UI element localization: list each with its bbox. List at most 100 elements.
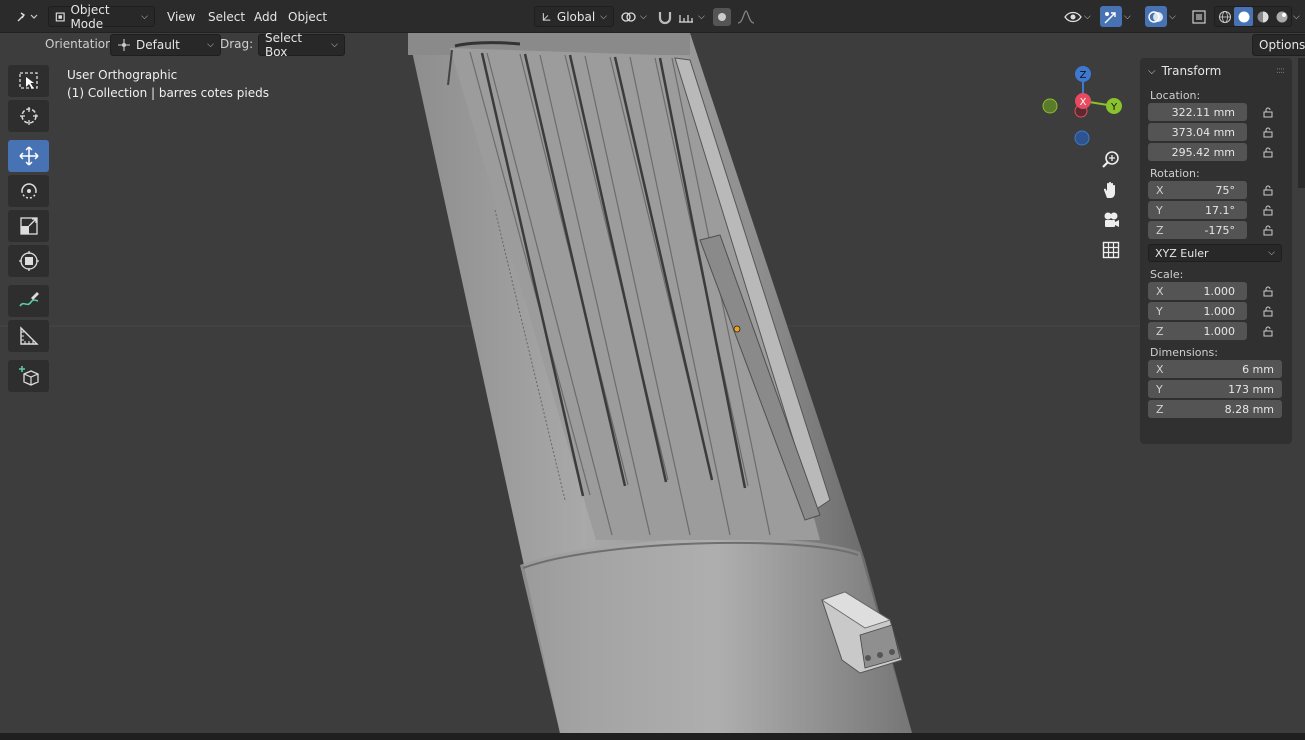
menu-select[interactable]: Select — [208, 6, 245, 27]
axis-z-label: Z — [1080, 70, 1087, 81]
chevron-down-icon: ⌵ — [1084, 11, 1091, 22]
dimensions-z-field[interactable]: Z 8.28 mm — [1148, 400, 1282, 418]
zoom-button[interactable] — [1098, 147, 1124, 173]
drag-handle-icon[interactable]: :::: — [1276, 66, 1285, 76]
axis-neg-z-icon — [1074, 130, 1090, 146]
menu-add[interactable]: Add — [254, 6, 277, 27]
location-x-field[interactable]: 322.11 mm — [1148, 103, 1247, 121]
visibility-dropdown[interactable]: ⌵ — [1064, 6, 1098, 27]
gizmo-dropdown[interactable]: ⌵ — [1124, 6, 1138, 27]
transform-tool[interactable] — [8, 245, 49, 277]
rotation-x-value: 75° — [1215, 183, 1236, 197]
dimensions-x-row: X 6 mm — [1148, 359, 1284, 379]
dimensions-x-field[interactable]: X 6 mm — [1148, 360, 1282, 378]
drag-setting-dropdown[interactable]: Select Box ⌵ — [258, 31, 345, 59]
chevron-down-icon: ⌵ — [331, 40, 338, 50]
axis-label: Z — [1156, 324, 1164, 338]
dimensions-z-value: 8.28 mm — [1224, 402, 1274, 416]
select-box-tool[interactable] — [8, 65, 49, 97]
chevron-down-icon: ⌵ — [1268, 248, 1275, 258]
location-y-field[interactable]: 373.04 mm — [1148, 123, 1247, 141]
transform-panel-header[interactable]: ⌵ Transform :::: — [1148, 58, 1285, 84]
lock-icon[interactable] — [1257, 181, 1281, 199]
lock-icon[interactable] — [1257, 123, 1281, 141]
camera-icon — [1104, 212, 1119, 227]
camera-view-button[interactable] — [1098, 207, 1124, 233]
view-name: User Orthographic — [67, 68, 178, 82]
chevron-down-icon: ⌵ — [1169, 11, 1176, 22]
menu-view[interactable]: View — [167, 6, 195, 27]
annotate-tool[interactable] — [8, 285, 49, 317]
scale-x-field[interactable]: X 1.000 — [1148, 282, 1247, 300]
move-tool[interactable] — [8, 140, 49, 172]
editor-type-button[interactable] — [12, 6, 42, 27]
lock-icon[interactable] — [1257, 143, 1281, 161]
lock-icon[interactable] — [1257, 302, 1281, 320]
scale-tool[interactable] — [8, 210, 49, 242]
rotation-y-field[interactable]: Y 17.1° — [1148, 201, 1247, 219]
rotation-mode-dropdown[interactable]: XYZ Euler ⌵ — [1148, 244, 1282, 262]
zoom-icon — [1102, 151, 1119, 168]
dimensions-z-row: Z 8.28 mm — [1148, 399, 1284, 419]
viewport-header: Object Mode ⌵ View Select Add Object Glo… — [0, 0, 1305, 33]
editor-type-icon — [17, 11, 38, 21]
select-box-icon — [18, 72, 38, 89]
shading-dropdown[interactable]: ⌵ — [1293, 6, 1305, 27]
axis-label: Y — [1156, 203, 1163, 217]
rotation-x-field[interactable]: X 75° — [1148, 181, 1247, 199]
snap-controls[interactable]: ⌵ — [656, 6, 706, 27]
overlay-toggle-button[interactable] — [1145, 6, 1167, 27]
rendered-shading-button[interactable] — [1272, 7, 1291, 26]
transform-orientation-dropdown[interactable]: Global ⌵ — [534, 6, 614, 27]
transform-title: Transform — [1161, 64, 1222, 78]
pivot-point-dropdown[interactable]: ⌵ — [620, 6, 650, 27]
mode-dropdown[interactable]: Object Mode ⌵ — [48, 3, 155, 31]
overlay-dropdown[interactable]: ⌵ — [1169, 6, 1183, 27]
scale-x-row: X 1.000 — [1148, 281, 1284, 301]
chevron-down-icon: ⌵ — [600, 11, 607, 22]
tool-settings-bar: Orientation: Default ⌵ Drag: Select Box … — [0, 31, 1305, 59]
gizmo-icon — [1104, 11, 1116, 23]
solid-sphere-icon — [1238, 11, 1249, 22]
viewport-info: User Orthographic (1) Collection | barre… — [67, 66, 269, 102]
measure-tool[interactable] — [8, 320, 49, 352]
axis-label: Y — [1156, 382, 1163, 396]
navigation-gizmo[interactable]: Z Y X — [1040, 66, 1130, 156]
scale-z-field[interactable]: Z 1.000 — [1148, 322, 1247, 340]
rotation-x-row: X 75° — [1148, 180, 1284, 200]
proportional-editing[interactable] — [713, 6, 763, 27]
rotation-z-field[interactable]: Z -175° — [1148, 221, 1247, 239]
lock-icon[interactable] — [1257, 103, 1281, 121]
sidebar-tabs[interactable] — [1298, 58, 1305, 188]
object-mode-icon — [55, 12, 65, 21]
lock-icon[interactable] — [1257, 201, 1281, 219]
lock-icon[interactable] — [1257, 282, 1281, 300]
location-x-row: 322.11 mm — [1148, 102, 1284, 122]
scale-label: Scale: — [1150, 268, 1184, 281]
perspective-toggle-button[interactable] — [1098, 237, 1124, 263]
rotate-tool[interactable] — [8, 175, 49, 207]
dimensions-y-value: 173 mm — [1228, 382, 1274, 396]
xray-toggle-button[interactable] — [1192, 6, 1212, 27]
add-cube-tool[interactable] — [8, 360, 49, 392]
wireframe-shading-button[interactable] — [1215, 7, 1234, 26]
orientation-setting-dropdown[interactable]: Default ⌵ — [110, 34, 221, 56]
3d-viewport[interactable]: Z Y X — [0, 33, 1305, 733]
scale-y-field[interactable]: Y 1.000 — [1148, 302, 1247, 320]
location-z-row: 295.42 mm — [1148, 142, 1284, 162]
scale-x-value: 1.000 — [1203, 284, 1236, 298]
menu-object[interactable]: Object — [288, 6, 327, 27]
solid-shading-button[interactable] — [1234, 7, 1253, 26]
cursor-tool[interactable] — [8, 100, 49, 132]
pan-button[interactable] — [1098, 177, 1124, 203]
scale-z-row: Z 1.000 — [1148, 321, 1284, 341]
material-shading-button[interactable] — [1253, 7, 1272, 26]
lock-icon[interactable] — [1257, 221, 1281, 239]
material-sphere-icon — [1257, 11, 1268, 22]
location-z-field[interactable]: 295.42 mm — [1148, 143, 1247, 161]
options-dropdown[interactable]: Options — [1252, 34, 1305, 56]
gizmo-toggle-button[interactable] — [1100, 6, 1122, 27]
rotate-icon — [20, 183, 37, 199]
dimensions-y-field[interactable]: Y 173 mm — [1148, 380, 1282, 398]
lock-icon[interactable] — [1257, 322, 1281, 340]
